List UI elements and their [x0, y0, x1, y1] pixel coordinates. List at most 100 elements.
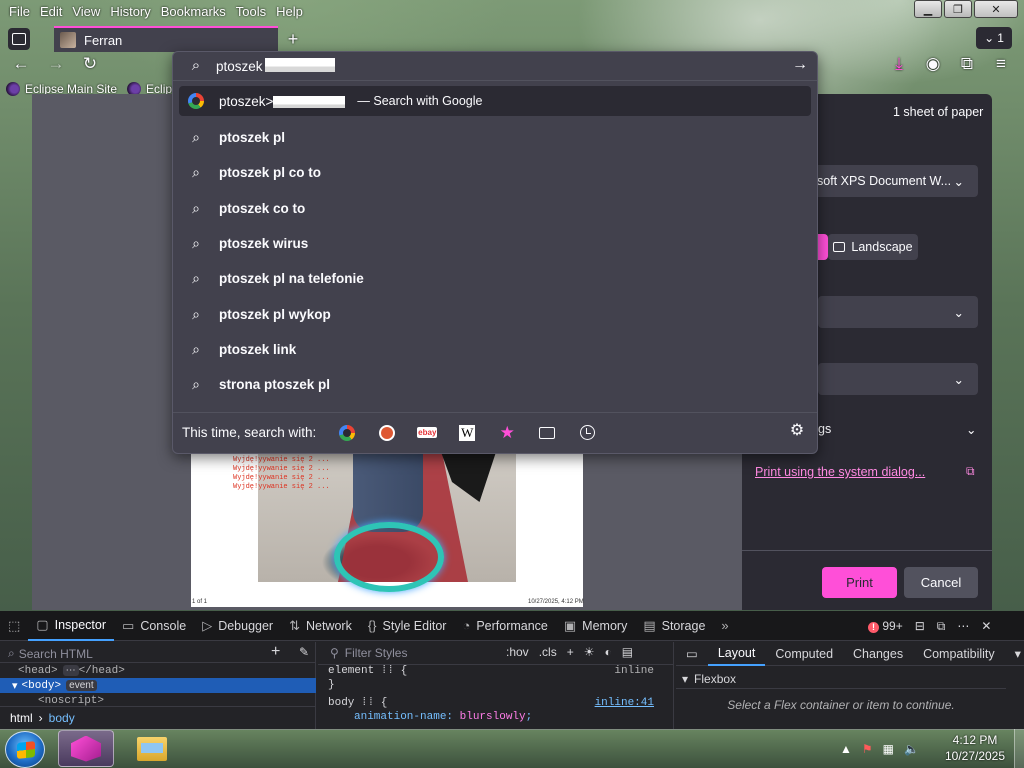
tab-storage[interactable]: ▤ Storage — [635, 611, 713, 641]
search-settings-button[interactable]: ⚙ — [786, 419, 808, 441]
error-count[interactable]: ! 99+ — [868, 619, 903, 633]
reload-button[interactable]: ↻ — [78, 52, 102, 76]
chevron-down-icon: ⌄ — [984, 31, 995, 45]
engine-google[interactable] — [334, 420, 360, 446]
dock-button[interactable]: ⧉ — [937, 619, 946, 634]
volume-icon[interactable]: 🔈 — [904, 742, 919, 756]
landscape-option[interactable]: Landscape — [828, 234, 918, 260]
tree-node-head[interactable]: <head> ⋯ </head> — [0, 663, 316, 678]
suggestion-item[interactable]: ptoszek> — Search with Google — [179, 86, 811, 116]
copies-select[interactable]: ⌄ — [818, 363, 978, 395]
tab-changes[interactable]: Changes — [843, 642, 913, 666]
tab-network[interactable]: ⇅ Network — [281, 611, 360, 641]
tab-memory[interactable]: ▣ Memory — [556, 611, 635, 641]
firefox-view-button[interactable] — [8, 28, 30, 50]
menu-view[interactable]: View — [67, 4, 105, 19]
sidebar-toggle[interactable]: ▭ — [676, 642, 708, 666]
eyedropper-icon[interactable]: ✎ — [299, 645, 309, 659]
element-picker-button[interactable]: ⬚ — [0, 611, 28, 641]
css-declaration[interactable]: animation-name: blurslowly; — [318, 711, 674, 725]
menu-tools[interactable]: Tools — [231, 4, 271, 19]
tab-performance[interactable]: ◔ Performance — [454, 611, 555, 641]
search-icon: ⌕ — [192, 375, 200, 392]
network-icon[interactable]: ▦ — [883, 742, 894, 756]
show-hidden-icons-button[interactable]: ▲ — [840, 742, 852, 756]
menu-edit[interactable]: Edit — [35, 4, 67, 19]
tab-layout[interactable]: Layout — [707, 642, 766, 666]
go-button[interactable]: → — [790, 55, 810, 75]
print-button[interactable]: Print — [822, 567, 897, 598]
search-html[interactable]: ⌕ Search HTML — [8, 646, 93, 661]
account-button[interactable]: ◉ — [920, 52, 946, 76]
maximize-button[interactable]: ❐ — [944, 0, 972, 18]
menu-bookmarks[interactable]: Bookmarks — [156, 4, 231, 19]
rules-toolbar: :hov .cls + ☀ ◐ ▤ — [506, 645, 633, 659]
suggestion-item[interactable]: ⌕ ptoszek link — [179, 334, 811, 364]
chevron-down-icon[interactable]: ▾ — [1005, 642, 1024, 666]
light-theme-icon[interactable]: ☀ — [584, 645, 595, 659]
tab-style-editor[interactable]: {} Style Editor — [360, 611, 455, 641]
suggestion-item[interactable]: ⌕ ptoszek pl na telefonie — [179, 263, 811, 293]
tab-inspector[interactable]: ▢ Inspector — [28, 611, 115, 641]
taskbar-explorer[interactable] — [124, 730, 180, 767]
breadcrumb-body[interactable]: body — [49, 711, 75, 725]
tab-compatibility[interactable]: Compatibility — [913, 642, 1005, 666]
forward-button[interactable]: → — [44, 52, 68, 76]
close-window-button[interactable]: ✕ — [974, 0, 1018, 18]
print-media-icon[interactable]: ▤ — [622, 645, 633, 659]
action-center-icon[interactable]: ⚑ — [862, 742, 873, 756]
close-devtools-button[interactable]: ✕ — [981, 619, 991, 633]
suggestion-item[interactable]: ⌕ ptoszek wirus — [179, 228, 811, 258]
tab-ferran[interactable]: Ferran — [54, 26, 278, 52]
taskbar-firefox[interactable] — [58, 730, 114, 767]
breadcrumb-html[interactable]: html — [10, 711, 33, 725]
extensions-button[interactable]: ⧉ — [954, 52, 980, 76]
system-dialog-link[interactable]: Print using the system dialog... — [755, 465, 925, 479]
tab-debugger[interactable]: ▷ Debugger — [194, 611, 281, 641]
clock[interactable]: 4:12 PM 10/27/2025 — [940, 732, 1010, 764]
cancel-button[interactable]: Cancel — [904, 567, 978, 598]
devtools-menu-button[interactable]: ⋯ — [957, 619, 969, 633]
show-desktop-button[interactable] — [1014, 729, 1024, 768]
tree-node-body[interactable]: ▾ <body> event — [0, 678, 316, 693]
tab-computed[interactable]: Computed — [765, 642, 843, 666]
filter-styles[interactable]: ⚲ Filter Styles — [330, 646, 407, 660]
chevron-down-icon[interactable]: ⌄ — [966, 422, 976, 437]
minimize-button[interactable]: ▁ — [914, 0, 942, 18]
suggestion-item[interactable]: ⌕ ptoszek pl co to — [179, 157, 811, 187]
add-rule-button[interactable]: + — [567, 645, 574, 659]
event-badge[interactable]: event — [66, 680, 97, 691]
suggestion-item[interactable]: ⌕ ptoszek pl wykop — [179, 299, 811, 329]
more-settings-toggle[interactable]: gs — [818, 422, 831, 436]
rule-source-link[interactable]: inline:41 — [595, 697, 654, 709]
suggestion-item[interactable]: ⌕ ptoszek co to — [179, 193, 811, 223]
suggestion-item[interactable]: ⌕ strona ptoszek pl — [179, 369, 811, 399]
more-tools-button[interactable]: » — [713, 611, 736, 641]
cls-toggle[interactable]: .cls — [539, 645, 557, 659]
flexbox-section-header[interactable]: ▾ Flexbox — [676, 669, 1006, 689]
pages-select[interactable]: ⌄ — [818, 296, 978, 328]
new-tab-button[interactable]: + — [282, 28, 304, 50]
dark-theme-icon[interactable]: ◐ — [604, 645, 611, 659]
menu-file[interactable]: File — [4, 4, 35, 19]
app-menu-button[interactable]: ≡ — [988, 52, 1014, 76]
tab-list-button[interactable]: ⌄ 1 — [976, 27, 1012, 49]
menu-help[interactable]: Help — [271, 4, 308, 19]
hov-toggle[interactable]: :hov — [506, 645, 529, 659]
menu-history[interactable]: History — [105, 4, 155, 19]
engine-duckduckgo[interactable] — [374, 420, 400, 446]
suggestion-item[interactable]: ⌕ ptoszek pl — [179, 122, 811, 152]
engine-tabs[interactable] — [534, 420, 560, 446]
tab-console[interactable]: ▭ Console — [114, 611, 194, 641]
split-console-button[interactable]: ⊟ — [915, 619, 925, 633]
add-node-button[interactable]: + — [271, 643, 280, 661]
destination-select[interactable]: soft XPS Document W... ⌄ — [805, 165, 978, 197]
start-button[interactable] — [5, 731, 45, 768]
engine-history[interactable] — [574, 420, 600, 446]
back-button[interactable]: ← — [9, 52, 33, 76]
property-name: animation-name — [354, 711, 447, 723]
engine-bookmarks[interactable]: ★ — [494, 420, 520, 446]
engine-ebay[interactable]: ebay — [414, 420, 440, 446]
engine-wikipedia[interactable]: W — [454, 420, 480, 446]
downloads-button[interactable]: ⤓ — [886, 52, 912, 76]
